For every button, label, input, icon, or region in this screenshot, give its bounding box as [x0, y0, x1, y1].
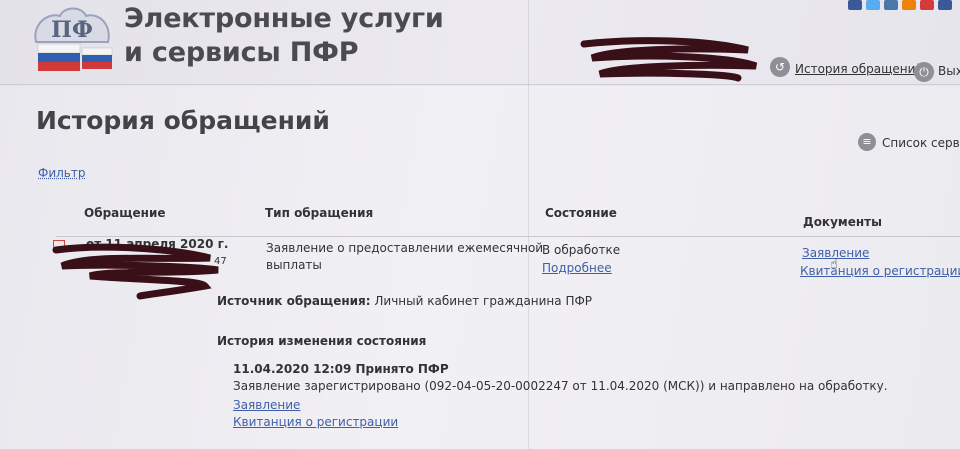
social-icon[interactable]	[938, 0, 952, 10]
source-value: Личный кабинет гражданина ПФР	[374, 294, 593, 308]
facebook-icon[interactable]	[848, 0, 862, 10]
page-title: История обращений	[36, 106, 330, 135]
column-header-status: Состояние	[545, 206, 617, 220]
header-divider	[0, 84, 960, 85]
filter-link[interactable]: Фильтр	[38, 166, 85, 180]
services-list-icon[interactable]: ≡	[858, 133, 876, 151]
brand-line-1: Электронные услуги	[124, 3, 444, 34]
column-header-documents: Документы	[803, 215, 882, 229]
twitter-icon[interactable]	[866, 0, 880, 10]
status-history-entry-header: 11.04.2020 12:09 Принято ПФР	[233, 362, 449, 376]
status-history-title: История изменения состояния	[217, 334, 427, 348]
svg-text:ПФ: ПФ	[51, 17, 93, 43]
history-icon[interactable]: ↺	[770, 57, 790, 77]
history-document-receipt-link[interactable]: Квитанция о регистрации	[233, 415, 398, 429]
history-link[interactable]: История обращений	[795, 62, 923, 76]
exit-icon[interactable]: ⏻	[914, 62, 934, 82]
status-history-entry-text: Заявление зарегистрировано (092-04-05-20…	[233, 379, 888, 393]
hand-cursor-icon: ☝	[830, 257, 838, 272]
document-receipt-link[interactable]: Квитанция о регистрации	[800, 264, 960, 278]
request-source: Источник обращения: Личный кабинет гражд…	[217, 294, 592, 308]
request-type-line-1: Заявление о предоставлении ежемесячной	[266, 241, 544, 255]
redacted-request-number	[52, 243, 219, 300]
exit-link[interactable]: Вых	[938, 64, 960, 78]
history-document-application-link[interactable]: Заявление	[233, 398, 300, 412]
youtube-icon[interactable]	[920, 0, 934, 10]
odnoklassniki-icon[interactable]	[902, 0, 916, 10]
brand-title: Электронные услуги и сервисы ПФР	[124, 2, 444, 70]
services-list-link[interactable]: Список сервисо	[882, 136, 960, 150]
source-label: Источник обращения:	[217, 294, 371, 308]
status-details-link[interactable]: Подробнее	[542, 261, 612, 275]
request-status: В обработке	[542, 243, 621, 257]
column-header-type: Тип обращения	[265, 206, 374, 220]
brand-line-2: и сервисы ПФР	[124, 37, 359, 68]
column-header-request: Обращение	[84, 206, 166, 220]
request-type-line-2: выплаты	[266, 258, 322, 272]
redacted-username	[580, 37, 758, 82]
vk-icon[interactable]	[884, 0, 898, 10]
pfr-logo: ПФ	[34, 7, 113, 71]
